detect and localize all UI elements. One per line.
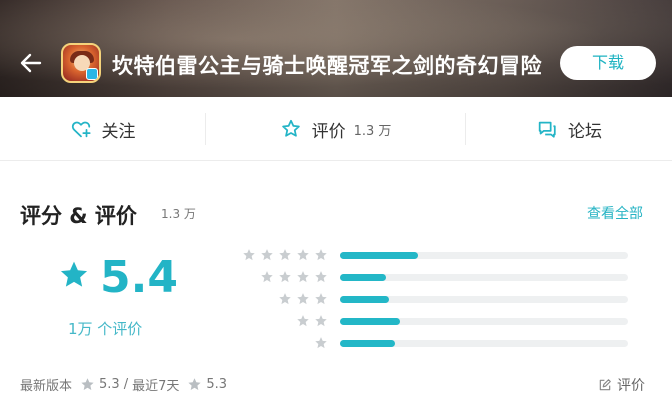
see-all-link[interactable]: 查看全部 xyxy=(587,203,643,223)
rating-row-1-stars xyxy=(224,336,634,350)
rating-row-stars xyxy=(278,292,328,306)
star-icon xyxy=(279,249,291,261)
score-value: 5.4 xyxy=(100,252,178,303)
write-review-label: 评价 xyxy=(617,378,645,394)
rating-bar-fill xyxy=(340,252,418,259)
rating-section-title: 评分 & 评价 xyxy=(20,204,137,228)
rating-row-5-stars xyxy=(224,248,634,262)
rating-bar-track xyxy=(340,252,628,259)
rating-bar-fill xyxy=(340,274,387,281)
download-button[interactable]: 下载 xyxy=(560,46,656,80)
latest-version-score: 5.3 xyxy=(99,377,120,392)
star-icon xyxy=(297,271,309,283)
star-icon xyxy=(297,293,309,305)
star-icon xyxy=(261,271,273,283)
rating-row-2-stars xyxy=(224,314,634,328)
follow-button[interactable]: 关注 xyxy=(0,97,205,161)
rating-bar-track xyxy=(340,340,628,347)
forum-label: 论坛 xyxy=(568,121,602,142)
rating-bar-fill xyxy=(340,296,389,303)
star-icon xyxy=(315,315,327,327)
app-header: 坎特伯雷公主与骑士唤醒冠军之剑的奇幻冒险 下载 xyxy=(0,0,672,97)
rating-bar-track xyxy=(340,318,628,325)
rating-row-stars xyxy=(314,336,328,350)
star-icon xyxy=(315,337,327,349)
recent-score: 5.3 xyxy=(206,377,228,392)
heart-plus-icon xyxy=(71,121,91,138)
rating-row-stars xyxy=(296,314,328,328)
score-star-icon xyxy=(60,261,88,287)
rating-bar-track xyxy=(340,296,628,303)
star-icon xyxy=(279,293,291,305)
score-count: 1万 个评价 xyxy=(68,320,143,338)
star-icon xyxy=(188,378,201,390)
recent-label: 最近7天 xyxy=(132,379,180,394)
star-icon xyxy=(243,249,255,261)
chat-bubble-icon xyxy=(538,121,556,138)
star-icon xyxy=(297,315,309,327)
star-outline-icon xyxy=(281,119,300,137)
action-bar: 关注 评价 1.3 万 论坛 xyxy=(0,97,672,161)
version-scores: 最新版本 5.3 / 最近7天 5.3 xyxy=(20,375,227,394)
latest-version-label: 最新版本 xyxy=(20,379,73,394)
review-label: 评价 xyxy=(311,121,346,142)
app-icon xyxy=(61,43,101,83)
star-icon xyxy=(261,249,273,261)
review-tab-button[interactable]: 评价 1.3 万 xyxy=(206,97,465,161)
rating-bar-fill xyxy=(340,318,401,325)
star-icon xyxy=(279,271,291,283)
forum-button[interactable]: 论坛 xyxy=(466,97,672,161)
rating-row-3-stars xyxy=(224,292,634,306)
star-icon xyxy=(315,293,327,305)
rating-bar-fill xyxy=(340,340,395,347)
star-icon xyxy=(297,249,309,261)
review-count: 1.3 万 xyxy=(353,123,392,139)
write-review-button[interactable]: 评价 xyxy=(598,375,645,395)
app-title: 坎特伯雷公主与骑士唤醒冠军之剑的奇幻冒险 xyxy=(112,54,542,78)
rating-bar-track xyxy=(340,274,628,281)
rating-row-stars xyxy=(242,248,328,262)
back-arrow-icon[interactable] xyxy=(16,48,46,78)
star-icon xyxy=(315,271,327,283)
rating-section-count: 1.3 万 xyxy=(161,207,196,221)
separator: / xyxy=(123,377,129,392)
edit-icon xyxy=(599,379,611,391)
follow-label: 关注 xyxy=(101,121,136,142)
star-icon xyxy=(315,249,327,261)
rating-row-4-stars xyxy=(224,270,634,284)
star-icon xyxy=(81,378,94,390)
rating-row-stars xyxy=(260,270,328,284)
